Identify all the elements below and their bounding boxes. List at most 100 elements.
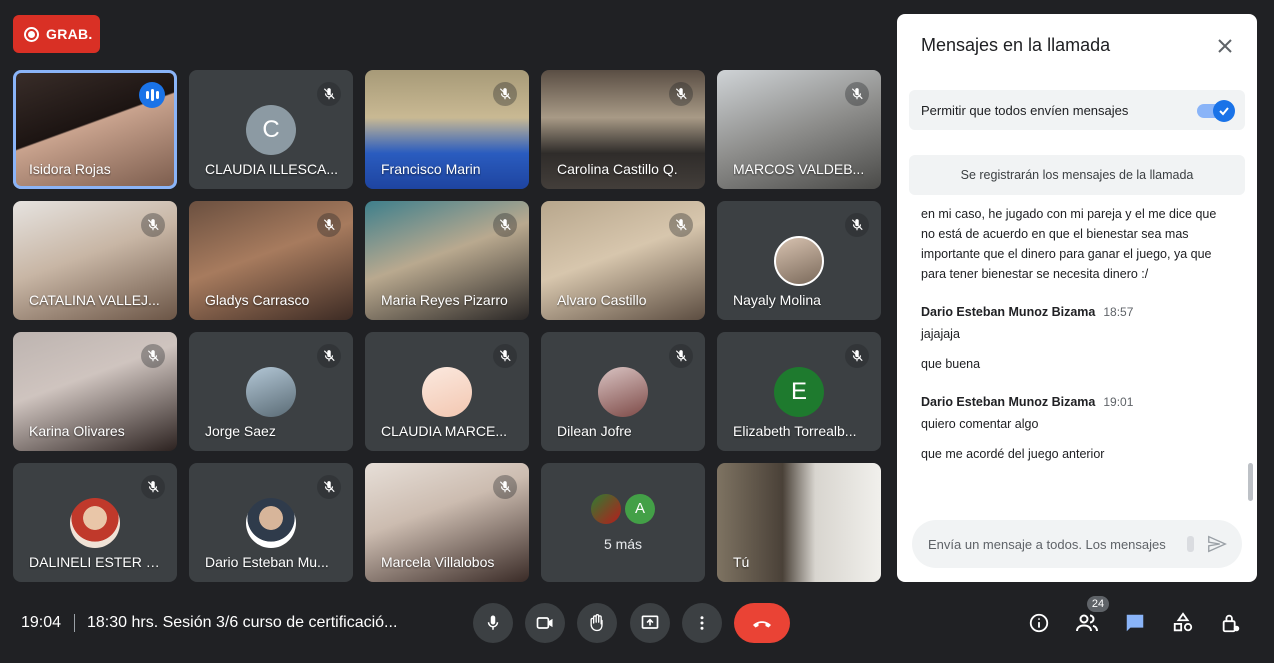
avatar xyxy=(246,498,296,548)
participant-tile[interactable]: Isidora Rojas xyxy=(13,70,177,189)
message-sender: Dario Esteban Munoz Bizama xyxy=(921,395,1096,409)
participant-tile[interactable]: Jorge Saez xyxy=(189,332,353,451)
close-chat-button[interactable] xyxy=(1213,34,1237,58)
chat-icon xyxy=(1126,614,1144,632)
mic-off-icon xyxy=(845,213,869,237)
participant-tile[interactable]: MARCOS VALDEB... xyxy=(717,70,881,189)
camera-icon xyxy=(536,617,553,629)
mic-icon xyxy=(487,615,499,630)
participant-name: Jorge Saez xyxy=(205,423,276,439)
more-options-button[interactable] xyxy=(682,603,722,643)
mic-off-icon xyxy=(493,344,517,368)
participant-name: CLAUDIA ILLESCA... xyxy=(205,161,339,177)
allow-messages-row: Permitir que todos envíen mensajes xyxy=(909,90,1245,130)
mic-off-icon xyxy=(317,344,341,368)
avatar xyxy=(774,236,824,286)
leave-call-button[interactable] xyxy=(734,603,790,643)
participant-tile[interactable]: Nayaly Molina xyxy=(717,201,881,320)
mic-off-icon xyxy=(493,475,517,499)
activities-icon xyxy=(1173,612,1193,632)
clock: 19:04 xyxy=(21,614,62,631)
message-text: quiero comentar algo xyxy=(921,417,1039,431)
recording-badge: GRAB. xyxy=(13,15,100,53)
message-list: en mi caso, he jugado con mi pareja y el… xyxy=(921,204,1225,474)
more-participants-label: 5 más xyxy=(603,535,643,552)
participant-name: Maria Reyes Pizarro xyxy=(381,292,508,308)
participant-tile[interactable]: CATALINA VALLEJ... xyxy=(13,201,177,320)
participant-name: MARCOS VALDEB... xyxy=(733,161,865,177)
lock-person-icon xyxy=(1222,614,1240,633)
participant-tile[interactable]: DALINELI ESTER P... xyxy=(13,463,177,582)
mic-button[interactable] xyxy=(473,603,513,643)
mic-off-icon xyxy=(669,82,693,106)
people-icon xyxy=(1076,614,1098,632)
people-button[interactable] xyxy=(1074,610,1100,636)
mic-off-icon xyxy=(317,213,341,237)
chat-title: Mensajes en la llamada xyxy=(921,35,1111,55)
avatar xyxy=(422,367,472,417)
self-tile[interactable]: Tú xyxy=(717,463,881,582)
participant-name: Marcela Villalobos xyxy=(381,554,495,570)
participant-name: Nayaly Molina xyxy=(733,292,821,308)
bottom-bar: 19:04 18:30 hrs. Sesión 3/6 curso de cer… xyxy=(0,596,1274,663)
camera-button[interactable] xyxy=(525,603,565,643)
participant-name: Dario Esteban Mu... xyxy=(205,554,329,570)
close-icon xyxy=(1218,39,1232,53)
compose-scrollbar[interactable] xyxy=(1187,536,1194,552)
send-button[interactable] xyxy=(1206,533,1228,555)
chat-scrollbar[interactable] xyxy=(1248,463,1253,501)
host-controls-button[interactable] xyxy=(1218,610,1244,636)
avatar xyxy=(598,367,648,417)
chat-button[interactable] xyxy=(1122,610,1148,636)
participant-tile[interactable]: Marcela Villalobos xyxy=(365,463,529,582)
more-participants-tile[interactable]: A 5 más xyxy=(541,463,705,582)
more-avatars: A xyxy=(591,493,655,524)
hand-icon xyxy=(590,614,603,632)
mic-off-icon xyxy=(141,213,165,237)
message-header: Dario Esteban Munoz Bizama 18:57 xyxy=(921,302,1225,322)
message-text: que buena xyxy=(921,357,981,371)
participant-name: Dilean Jofre xyxy=(557,423,632,439)
mic-off-icon xyxy=(845,344,869,368)
participant-tile[interactable]: Dilean Jofre xyxy=(541,332,705,451)
message-header: Dario Esteban Munoz Bizama 19:01 xyxy=(921,392,1225,412)
raise-hand-button[interactable] xyxy=(577,603,617,643)
avatar xyxy=(591,493,621,524)
participant-name: Isidora Rojas xyxy=(29,161,111,177)
info-icon xyxy=(1029,613,1049,633)
participant-tile[interactable]: Karina Olivares xyxy=(13,332,177,451)
meeting-details-button[interactable] xyxy=(1026,610,1052,636)
avatar: A xyxy=(625,493,655,524)
participant-tile[interactable]: Francisco Marin xyxy=(365,70,529,189)
mic-off-icon xyxy=(141,344,165,368)
participant-tile[interactable]: Alvaro Castillo xyxy=(541,201,705,320)
message-text: en mi caso, he jugado con mi pareja y el… xyxy=(921,207,1217,281)
send-icon xyxy=(1208,535,1227,553)
participant-tile[interactable]: C CLAUDIA ILLESCA... xyxy=(189,70,353,189)
avatar: E xyxy=(774,367,824,417)
participant-tile[interactable]: Gladys Carrasco xyxy=(189,201,353,320)
hang-up-icon xyxy=(753,621,771,628)
more-vert-icon xyxy=(700,616,704,630)
activities-button[interactable] xyxy=(1170,610,1196,636)
mic-off-icon xyxy=(317,82,341,106)
mic-off-icon xyxy=(493,213,517,237)
participant-tile[interactable]: CLAUDIA MARCE... xyxy=(365,332,529,451)
message-time: 18:57 xyxy=(1103,305,1134,319)
participant-name: Alvaro Castillo xyxy=(557,292,647,308)
meeting-title: 18:30 hrs. Sesión 3/6 curso de certifica… xyxy=(87,614,398,631)
participant-tile[interactable]: Maria Reyes Pizarro xyxy=(365,201,529,320)
allow-messages-toggle[interactable] xyxy=(1197,100,1235,122)
present-button[interactable] xyxy=(630,603,670,643)
message-input[interactable] xyxy=(928,536,1184,552)
recording-label: GRAB. xyxy=(46,26,93,42)
participant-name: Karina Olivares xyxy=(29,423,125,439)
participant-tile[interactable]: E Elizabeth Torrealb... xyxy=(717,332,881,451)
allow-messages-label: Permitir que todos envíen mensajes xyxy=(921,102,1129,118)
avatar xyxy=(70,498,120,548)
participant-tile[interactable]: Carolina Castillo Q. xyxy=(541,70,705,189)
mic-off-icon xyxy=(845,82,869,106)
message-sender: Dario Esteban Munoz Bizama xyxy=(921,305,1096,319)
participant-tile[interactable]: Dario Esteban Mu... xyxy=(189,463,353,582)
participant-grid: Isidora Rojas C CLAUDIA ILLESCA... Franc… xyxy=(13,70,881,582)
